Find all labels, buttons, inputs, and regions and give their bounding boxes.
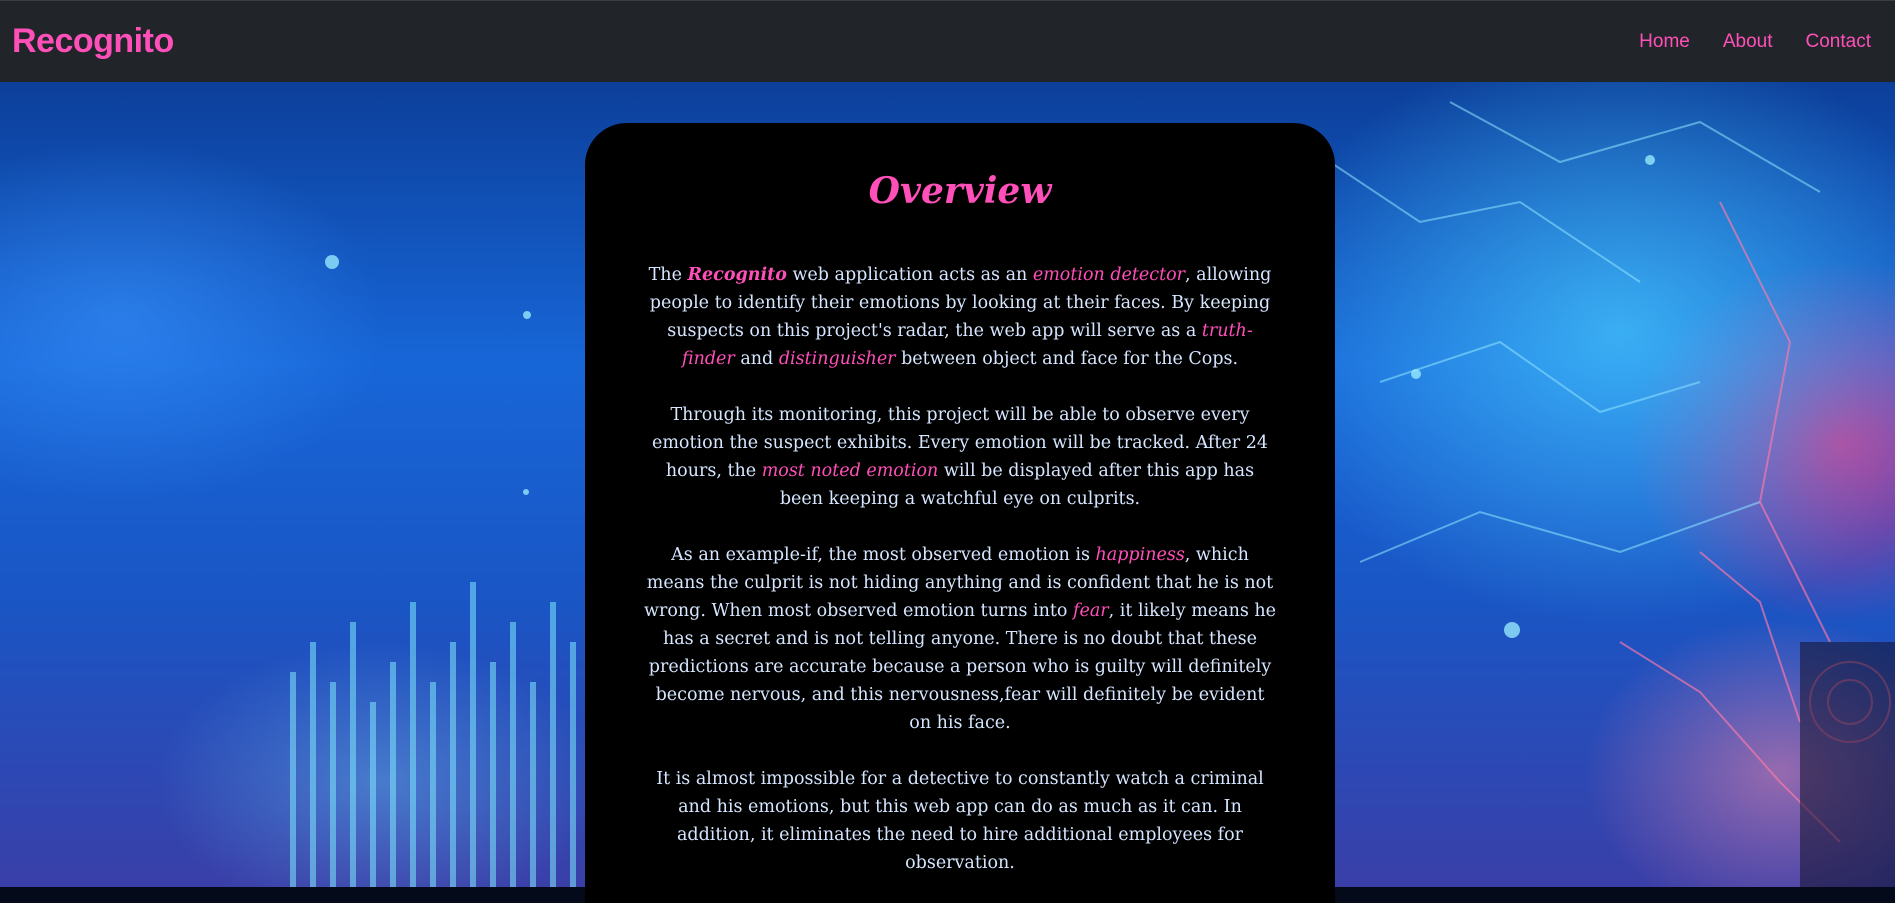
nav-link-about[interactable]: About (1723, 31, 1773, 53)
fear-highlight: fear (1073, 601, 1109, 621)
happiness-highlight: happiness (1095, 545, 1185, 565)
overview-paragraph-3: As an example-if, the most observed emot… (643, 545, 1277, 733)
overview-paragraph-4: It is almost impossible for a detective … (656, 769, 1264, 873)
overview-title: Overview (868, 170, 1052, 212)
nav-link-contact[interactable]: Contact (1806, 31, 1871, 53)
brand-logo-link[interactable]: Recognito (12, 22, 174, 61)
most-noted-emotion-highlight: most noted emotion (761, 461, 939, 481)
overview-card: Overview The Recognito web application a… (585, 123, 1335, 903)
overview-paragraph-2: Through its monitoring, this project wil… (651, 405, 1268, 509)
top-navbar: Recognito Home About Contact (0, 0, 1895, 82)
distinguisher-highlight: distinguisher (778, 349, 896, 369)
nav-link-home[interactable]: Home (1639, 31, 1690, 53)
nav-links: Home About Contact (1606, 31, 1871, 53)
overview-paragraph-1: The Recognito web application acts as an… (648, 265, 1272, 369)
emotion-detector-highlight: emotion detector (1032, 265, 1186, 285)
recognito-highlight: Recognito (687, 265, 787, 285)
